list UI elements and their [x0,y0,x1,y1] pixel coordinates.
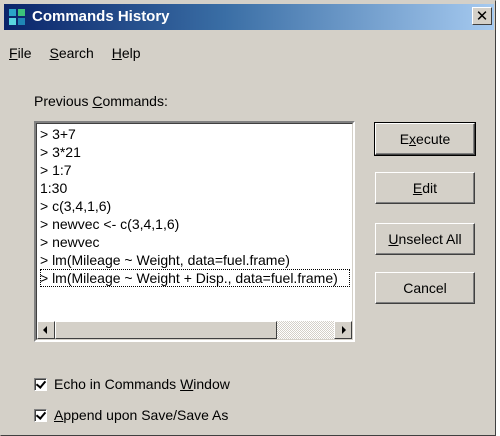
title-bar[interactable]: Commands History ✕ [4,4,494,30]
menu-file[interactable]: File [9,45,32,61]
menu-help[interactable]: Help [112,45,141,61]
list-item[interactable]: 1:30 [40,179,350,197]
commands-history-dialog: Commands History ✕ File Search Help Prev… [0,0,496,436]
window-title: Commands History [32,8,170,25]
list-item[interactable]: > 1:7 [40,161,350,179]
check-icon [35,378,47,389]
unselect-all-button[interactable]: Unselect All [375,223,475,255]
menu-search[interactable]: Search [49,45,93,61]
append-checkbox[interactable] [34,409,47,422]
echo-checkbox[interactable] [34,378,47,391]
scroll-left-button[interactable] [37,321,55,339]
scroll-right-button[interactable] [334,321,352,339]
previous-commands-label: Previous Commands: [34,93,168,109]
list-item[interactable]: > c(3,4,1,6) [40,197,350,215]
echo-label: Echo in Commands Window [54,376,230,392]
list-item[interactable]: > lm(Mileage ~ Weight, data=fuel.frame) [40,251,350,269]
append-label: Append upon Save/Save As [54,407,229,423]
commands-history-icon [9,9,25,25]
arrow-left-icon [43,326,47,334]
arrow-right-icon [342,326,346,334]
list-item[interactable]: > newvec [40,233,350,251]
list-item[interactable]: > newvec <- c(3,4,1,6) [40,215,350,233]
scroll-thumb[interactable] [55,321,277,339]
list-item-focused[interactable]: > lm(Mileage ~ Weight + Disp., data=fuel… [40,269,350,287]
menu-bar: File Search Help [9,45,155,65]
edit-button[interactable]: Edit [375,172,475,204]
list-item[interactable]: > 3*21 [40,143,350,161]
execute-button[interactable]: Execute [374,122,476,156]
list-item[interactable]: > 3+7 [40,125,350,143]
close-icon[interactable]: ✕ [472,7,492,25]
commands-list[interactable]: > 3+7 > 3*21 > 1:7 1:30 > c(3,4,1,6) > n… [34,121,355,342]
cancel-button[interactable]: Cancel [375,272,475,304]
check-icon [35,409,47,420]
horizontal-scrollbar[interactable] [37,321,352,339]
